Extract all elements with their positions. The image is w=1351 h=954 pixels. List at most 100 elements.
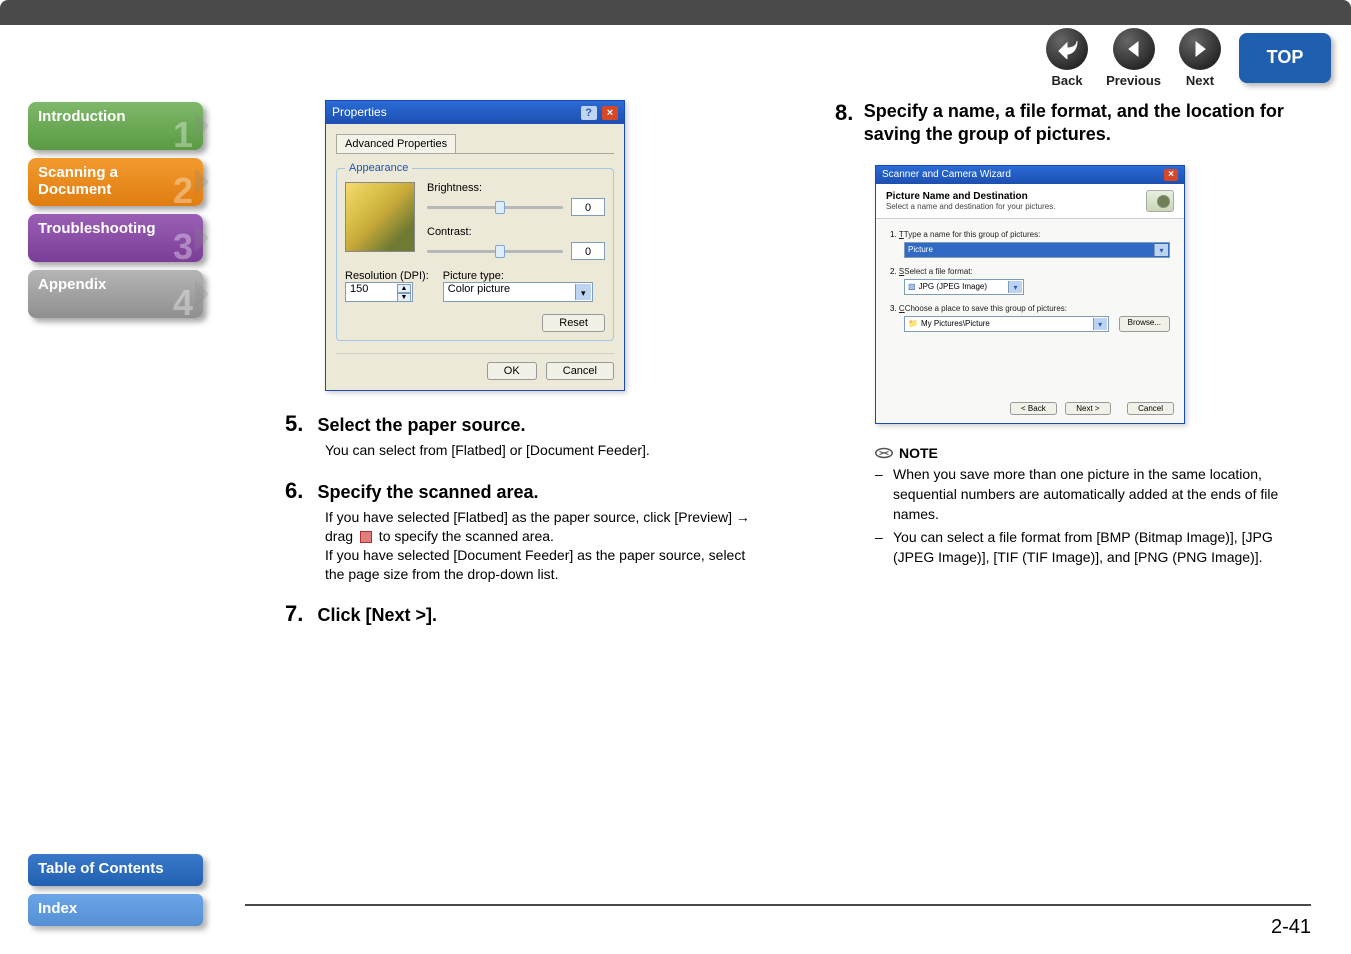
wizard-field-format: 2. SSelect a file format: ▧ JPG (JPEG Im… [890, 266, 1170, 295]
wizard-next-button[interactable]: Next > [1065, 402, 1110, 415]
wizard-field-location: 3. CChoose a place to save this group of… [890, 303, 1170, 332]
step-text: to specify the scanned area. [375, 528, 554, 544]
sidebar-item-number: 4 [173, 282, 193, 324]
nav-previous-button[interactable]: Previous [1106, 28, 1161, 88]
step-heading: Specify a name, a file format, and the l… [864, 100, 1315, 147]
dialog-titlebar: Properties ? × [326, 101, 624, 124]
note-title-text: NOTE [899, 445, 938, 461]
sidebar-item-label: Troubleshooting [38, 220, 156, 237]
step-5: 5. Select the paper source. You can sele… [285, 411, 765, 460]
note-item: When you save more than one picture in t… [893, 464, 1315, 525]
help-icon[interactable]: ? [581, 106, 597, 120]
close-icon[interactable]: × [602, 106, 618, 120]
nav-next-button[interactable]: Next [1179, 28, 1221, 88]
step-text: If you have selected [Document Feeder] a… [325, 547, 745, 582]
sidebar-item-troubleshooting[interactable]: Troubleshooting 3 [28, 214, 203, 262]
browse-button[interactable]: Browse... [1119, 316, 1170, 332]
top-nav: Back Previous Next TOP [951, 25, 1351, 90]
resolution-label: Resolution (DPI): [345, 270, 429, 282]
brightness-slider[interactable] [427, 206, 563, 209]
top-band [0, 0, 1351, 25]
sidebar-item-label: Introduction [38, 108, 125, 125]
content-area: Properties ? × Advanced Properties Appea… [245, 100, 1311, 894]
chevron-down-icon: ▾ [575, 284, 591, 300]
wizard-footer: < Back Next > Cancel [876, 394, 1184, 423]
step-heading: Specify the scanned area. [317, 482, 538, 502]
step-number: 5. [285, 411, 313, 437]
jpg-file-icon: ▧ [908, 282, 916, 291]
index-button[interactable]: Index [28, 894, 203, 926]
window-buttons: ? × [579, 105, 618, 120]
footer-rule [245, 904, 1311, 906]
spin-up-icon[interactable]: ▲ [397, 284, 411, 293]
contrast-slider[interactable] [427, 250, 563, 253]
note-heading: NOTE [875, 444, 1315, 462]
picture-type-label: Picture type: [443, 270, 593, 282]
sidebar-item-label: Appendix [38, 276, 106, 293]
chevron-down-icon: ▾ [1093, 318, 1107, 330]
sidebar-item-label: Scanning a Document [38, 164, 118, 198]
note-list: –When you save more than one picture in … [875, 464, 1315, 567]
properties-dialog: Properties ? × Advanced Properties Appea… [325, 100, 625, 391]
sidebar-item-appendix[interactable]: Appendix 4 [28, 270, 203, 318]
dialog-tabstrip: Advanced Properties [336, 134, 614, 154]
left-column: Properties ? × Advanced Properties Appea… [285, 100, 765, 645]
sidebar-item-introduction[interactable]: Introduction 1 [28, 102, 203, 150]
wizard-titlebar: Scanner and Camera Wizard × [876, 166, 1184, 184]
wizard-field-name: 1. TType a name for this group of pictur… [890, 229, 1170, 258]
brightness-value[interactable]: 0 [571, 198, 605, 216]
file-format-value: JPG (JPEG Image) [919, 282, 987, 291]
step-body: You can select from [Flatbed] or [Docume… [325, 441, 765, 460]
wizard-label: Choose a place to save this group of pic… [899, 304, 1067, 313]
sidebar-item-number: 1 [173, 114, 193, 156]
drag-handle-icon [360, 531, 372, 543]
next-icon [1179, 28, 1221, 70]
resolution-value: 150 [350, 283, 368, 295]
top-button-label: TOP [1267, 47, 1304, 68]
wizard-title: Scanner and Camera Wizard [882, 169, 1011, 181]
picture-name-value: Picture [908, 245, 933, 254]
sidebar-item-number: 2 [173, 170, 193, 212]
previous-icon [1113, 28, 1155, 70]
ok-button[interactable]: OK [487, 362, 537, 380]
wizard-label: Select a file format: [898, 267, 972, 276]
picture-name-input[interactable]: Picture ▾ [904, 242, 1170, 258]
camera-icon [1146, 190, 1174, 212]
step-heading: Click [Next >]. [317, 605, 437, 625]
step-7: 7. Click [Next >]. [285, 601, 765, 627]
preview-thumbnail [345, 182, 415, 252]
picture-type-value: Color picture [448, 283, 510, 295]
resolution-input[interactable]: 150 ▲▼ [345, 282, 413, 302]
step-6: 6. Specify the scanned area. If you have… [285, 478, 765, 584]
save-location-select[interactable]: 📁 My Pictures\Picture ▾ [904, 316, 1109, 332]
wizard-cancel-button[interactable]: Cancel [1127, 402, 1174, 415]
scanner-wizard-dialog: Scanner and Camera Wizard × Picture Name… [875, 165, 1185, 424]
appearance-fieldset: Appearance Brightness: 0 Contrast: 0 [336, 162, 614, 341]
file-format-select[interactable]: ▧ JPG (JPEG Image) ▾ [904, 279, 1024, 295]
picture-type-select[interactable]: Color picture ▾ [443, 282, 593, 302]
reset-button[interactable]: Reset [542, 314, 605, 332]
wizard-back-button[interactable]: < Back [1010, 402, 1057, 415]
nav-back-button[interactable]: Back [1046, 28, 1088, 88]
cancel-button[interactable]: Cancel [546, 362, 614, 380]
spin-down-icon[interactable]: ▼ [397, 293, 411, 302]
wizard-header: Picture Name and Destination Select a na… [876, 184, 1184, 219]
table-of-contents-button[interactable]: Table of Contents [28, 854, 203, 886]
step-number: 6. [285, 478, 313, 504]
close-icon[interactable]: × [1164, 169, 1178, 181]
step-heading: Select the paper source. [317, 415, 525, 435]
nav-previous-label: Previous [1106, 73, 1161, 88]
nav-back-label: Back [1052, 73, 1083, 88]
sidebar-item-number: 3 [173, 226, 193, 268]
advanced-properties-tab[interactable]: Advanced Properties [336, 134, 456, 153]
contrast-value[interactable]: 0 [571, 242, 605, 260]
chevron-down-icon: ▾ [1154, 244, 1168, 256]
wizard-heading: Picture Name and Destination [886, 191, 1028, 202]
top-button[interactable]: TOP [1239, 33, 1331, 83]
step-number: 7. [285, 601, 313, 627]
sidebar-item-scanning[interactable]: Scanning a Document 2 [28, 158, 203, 206]
dialog-title: Properties [332, 105, 387, 120]
step-8: 8. Specify a name, a file format, and th… [835, 100, 1315, 147]
step-body: If you have selected [Flatbed] as the pa… [325, 508, 765, 584]
back-icon [1046, 28, 1088, 70]
